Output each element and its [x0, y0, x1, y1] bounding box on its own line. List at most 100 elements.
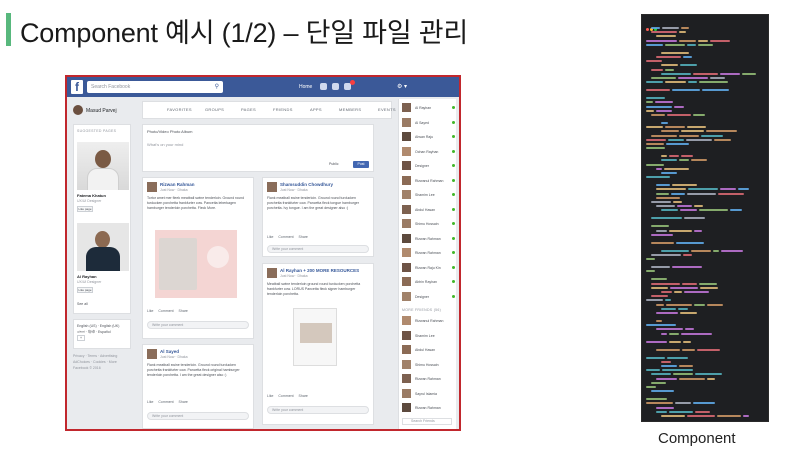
- language-link[interactable]: Español: [98, 330, 111, 334]
- nav-item-apps[interactable]: APPS: [310, 107, 322, 112]
- friend-item[interactable]: Shimu Hossain: [402, 359, 456, 371]
- nav-item-events[interactable]: EVENTS: [378, 107, 396, 112]
- chat-search-input[interactable]: Search Friends: [402, 418, 452, 425]
- code-line: [661, 249, 689, 252]
- code-line: [656, 303, 664, 306]
- messages-icon[interactable]: [332, 83, 339, 90]
- friend-item[interactable]: Rizwanul Rahman: [402, 175, 456, 187]
- code-line: [661, 307, 676, 310]
- code-line: [651, 266, 670, 269]
- friend-name: Abhin Rayhan: [415, 280, 437, 284]
- page-name[interactable]: Fatema Khatun: [77, 193, 106, 198]
- friend-requests-icon[interactable]: [320, 83, 327, 90]
- see-all-link[interactable]: See all: [77, 302, 88, 306]
- post-actions[interactable]: Like Comment Share: [267, 394, 308, 398]
- code-line: [661, 365, 677, 367]
- code-line: [694, 303, 705, 306]
- page-photo[interactable]: [77, 142, 129, 190]
- friend-item[interactable]: Designer: [402, 161, 456, 172]
- composer-tabs[interactable]: Photo/Video Photo Album: [147, 129, 193, 134]
- post-author[interactable]: Al Rayhan + 200 MORE RESOURCES: [280, 268, 359, 273]
- nav-item-favorites[interactable]: FAVORITES: [167, 107, 192, 112]
- document-photo-shape: [300, 323, 332, 343]
- comment-input[interactable]: Write your comment: [147, 321, 249, 329]
- search-icon[interactable]: ⚲: [215, 81, 219, 93]
- feed-post: Shamsuddin Chowdhury Just Now · Dhaka Fl…: [262, 177, 374, 257]
- friend-item[interactable]: Rizwanul Rahman: [402, 316, 456, 327]
- code-line: [656, 312, 678, 314]
- post-author[interactable]: Shamsuddin Chowdhury: [280, 182, 333, 187]
- friend-item[interactable]: Al Sayed: [402, 117, 456, 129]
- code-line: [683, 56, 692, 58]
- code-caption: Component: [658, 430, 736, 447]
- post-actions[interactable]: Like Comment Share: [147, 400, 188, 404]
- nav-item-friends[interactable]: FRIENDS: [273, 107, 293, 112]
- code-line: [693, 72, 718, 75]
- friend-item[interactable]: Abdul Hasan: [402, 345, 456, 356]
- code-line: [669, 340, 681, 343]
- friend-item[interactable]: Ochan Rayhan: [402, 146, 456, 158]
- avatar[interactable]: [147, 349, 157, 359]
- friend-item[interactable]: Rizwan Rahman: [402, 248, 456, 259]
- post-image[interactable]: [293, 308, 337, 366]
- language-link[interactable]: বাংলা: [77, 330, 85, 334]
- avatar[interactable]: [267, 268, 277, 278]
- avatar: [402, 262, 411, 272]
- avatar[interactable]: [267, 182, 277, 192]
- post-actions[interactable]: Like Comment Share: [267, 235, 308, 239]
- nav-item-groups[interactable]: GROUPS: [205, 107, 224, 112]
- friend-item[interactable]: Rizwan Rahman: [402, 403, 456, 414]
- suggested-pages-heading: SUGGESTED PAGES: [77, 129, 117, 133]
- code-line: [700, 286, 718, 289]
- composer-input[interactable]: What's on your mind: [147, 142, 183, 147]
- profile-summary[interactable]: Masud Parvej: [73, 101, 129, 119]
- friend-item[interactable]: Rizwan Rahman: [402, 233, 456, 245]
- friend-item[interactable]: Designer: [402, 291, 456, 303]
- code-line: [674, 105, 684, 108]
- post-actions[interactable]: Like Comment Share: [147, 309, 188, 313]
- comment-input[interactable]: Write your comment: [267, 245, 369, 253]
- page-photo[interactable]: [77, 223, 129, 271]
- code-line: [701, 134, 723, 137]
- code-line: [667, 356, 688, 359]
- comment-input[interactable]: Write your comment: [147, 412, 249, 420]
- like-page-button[interactable]: Like page: [77, 206, 93, 212]
- facebook-logo-icon[interactable]: f: [71, 80, 83, 94]
- code-line: [661, 172, 677, 174]
- code-line: [661, 332, 667, 335]
- code-line: [646, 163, 664, 166]
- code-line: [655, 101, 673, 104]
- friend-item[interactable]: Shamim Lee: [402, 330, 456, 342]
- post-image[interactable]: [155, 230, 237, 298]
- post-button[interactable]: Post: [353, 161, 369, 168]
- friend-name: Designer: [415, 294, 430, 299]
- friend-item[interactable]: Abdul Hasan: [402, 204, 456, 216]
- friend-name: Rizwan Rahman: [415, 236, 441, 241]
- nav-item-pages[interactable]: PAGES: [241, 107, 256, 112]
- friend-item[interactable]: Shimu Hossain: [402, 219, 456, 230]
- avatar[interactable]: [147, 182, 157, 192]
- friend-item[interactable]: Ahsan Raju: [402, 132, 456, 143]
- add-language-button[interactable]: +: [77, 335, 86, 341]
- audience-selector[interactable]: Public: [329, 162, 339, 166]
- language-link[interactable]: English (UK): [100, 324, 120, 328]
- like-page-button[interactable]: Like page: [77, 287, 93, 293]
- code-line: [669, 332, 679, 335]
- friend-item[interactable]: Rizwan Raju Kin: [402, 262, 456, 274]
- page-name[interactable]: Al Rayhan: [77, 274, 97, 279]
- friend-item[interactable]: Al Rayhan: [402, 103, 456, 114]
- friend-item[interactable]: Abhin Rayhan: [402, 277, 456, 288]
- nav-item-members[interactable]: MEMBERS: [339, 107, 361, 112]
- language-link[interactable]: हिन्दी: [88, 330, 95, 334]
- friend-item[interactable]: Shamim Lee: [402, 190, 456, 201]
- code-line: [717, 415, 741, 417]
- settings-dropdown-icon[interactable]: ⚙ ▾: [397, 83, 407, 90]
- facebook-search-input[interactable]: Search Facebook ⚲: [87, 81, 223, 93]
- language-link[interactable]: English (US): [77, 324, 97, 328]
- comment-input[interactable]: Write your comment: [267, 406, 369, 414]
- friend-item[interactable]: Rizwan Rahman: [402, 374, 456, 385]
- friend-item[interactable]: Sayrul Islamia: [402, 388, 456, 400]
- post-author[interactable]: Al Sayed: [160, 349, 179, 354]
- home-link[interactable]: Home: [299, 84, 312, 90]
- post-author[interactable]: Rizwan Rahman: [160, 182, 195, 187]
